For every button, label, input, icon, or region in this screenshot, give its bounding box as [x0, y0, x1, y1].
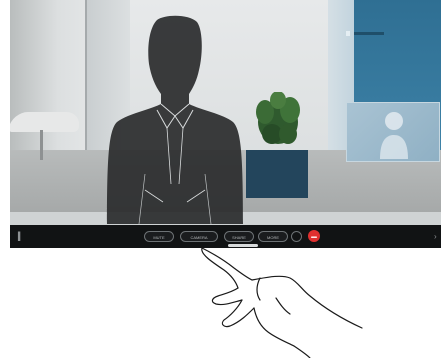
- meeting-screen: ▍ MUTE CAMERA SHARE MORE ›: [0, 0, 441, 360]
- plant-pot: [246, 150, 308, 198]
- plant-icon: [256, 92, 300, 144]
- pointing-hand-icon: [201, 247, 363, 358]
- remote-video: [10, 0, 441, 247]
- wall-sign: [354, 32, 384, 35]
- mute-button-label: MUTE: [153, 235, 165, 240]
- mic-icon[interactable]: ▍: [18, 231, 26, 242]
- self-view[interactable]: [346, 102, 440, 162]
- self-view-avatar-icon: [380, 112, 408, 159]
- room-table: [10, 112, 83, 132]
- chevron-icon[interactable]: ›: [434, 231, 440, 242]
- person-silhouette-icon: [107, 15, 243, 224]
- mute-button[interactable]: MUTE: [144, 231, 174, 242]
- room-table-leg: [40, 130, 43, 160]
- wall-sign-dot: [346, 31, 350, 36]
